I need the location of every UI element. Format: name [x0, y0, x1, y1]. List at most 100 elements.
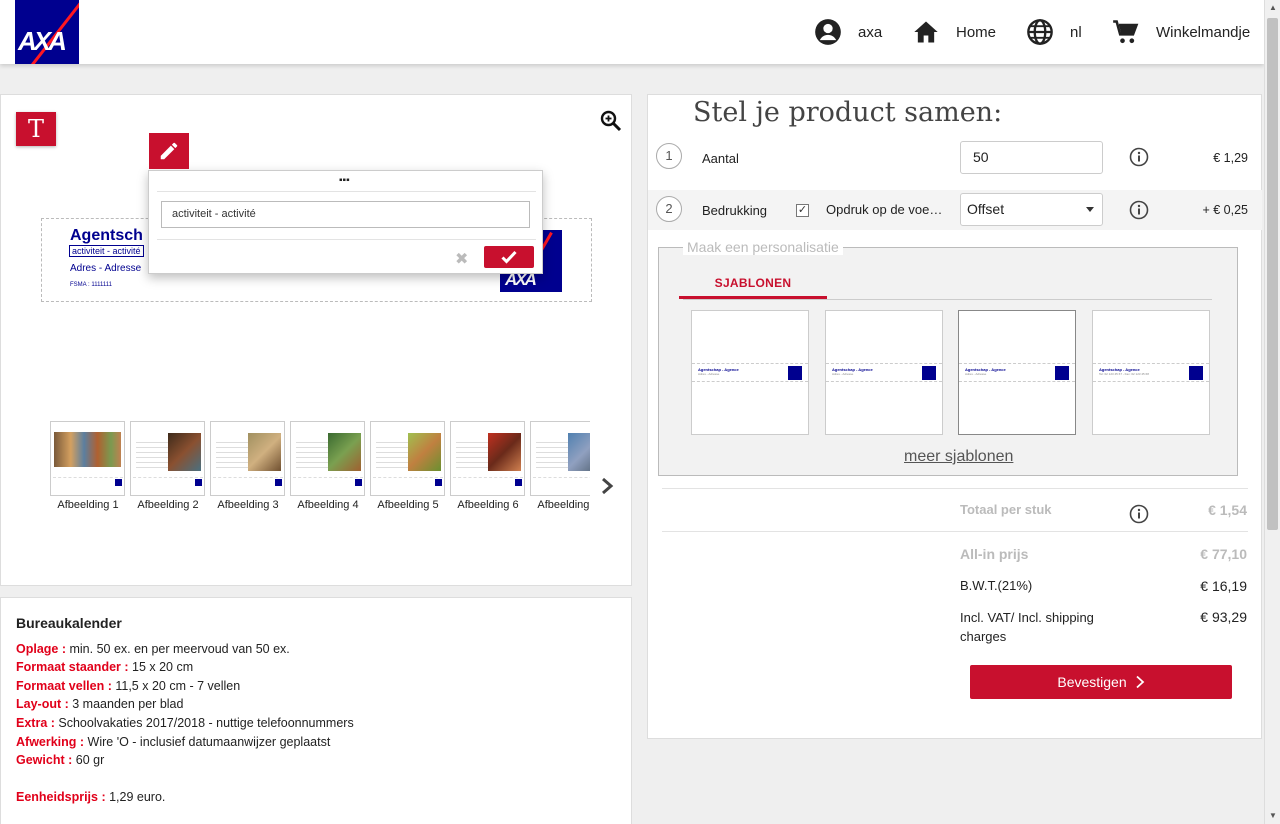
template-logo [788, 366, 802, 380]
printing-method-value: Offset [967, 201, 1005, 217]
quantity-row: 1 Aantal 50 € 1,29 [648, 139, 1262, 181]
thumbnail-footer [53, 477, 123, 487]
thumbnail-item[interactable]: Afbeelding 2 [130, 421, 206, 511]
cancel-icon[interactable]: ✖ [455, 249, 468, 269]
home-icon [914, 21, 938, 43]
text-tool-button[interactable]: T [16, 112, 56, 146]
zoom-in-icon[interactable] [599, 109, 623, 133]
text-value-input[interactable]: activiteit - activité [161, 201, 530, 228]
info-icon[interactable] [1129, 504, 1149, 524]
template-logo [922, 366, 936, 380]
calendar-grid [216, 438, 248, 468]
template-subtitle: Tel: 02 123 45 67 - Fax: 02 123 45 68 [1099, 372, 1149, 376]
calendar-grid [456, 438, 488, 468]
thumbnail-item[interactable]: Afbeelding 3 [210, 421, 286, 511]
spec-value: 11,5 x 20 cm - 7 vellen [111, 678, 241, 693]
thumbnail-image [450, 421, 525, 496]
template-card[interactable]: Agentschap - Agence Adres - Adresse [691, 310, 809, 435]
template-logo [1055, 366, 1069, 380]
thumbnail-footer [533, 477, 590, 487]
spec-line: Extra : Schoolvakaties 2017/2018 - nutti… [16, 714, 616, 733]
printing-price: + € 0,25 [1202, 203, 1248, 217]
template-preview: Agentschap - Agence Tel: 02 123 45 67 - … [1093, 363, 1209, 382]
template-card[interactable]: Agentschap - Agence Adres - Adresse [958, 310, 1076, 435]
nav-user[interactable]: axa [814, 16, 882, 48]
more-templates-link[interactable]: meer sjablonen [904, 448, 1013, 466]
spec-line: Oplage : min. 50 ex. en per meervoud van… [16, 640, 616, 659]
cart-icon [1113, 20, 1139, 44]
nav-home[interactable]: Home [912, 16, 996, 48]
scroll-thumb[interactable] [1267, 18, 1278, 530]
nav-language-label: nl [1070, 23, 1082, 41]
text-edit-popup: ▪▪▪ activiteit - activité ✖ [148, 170, 543, 274]
spec-label: Extra : [16, 715, 55, 730]
spec-label: Formaat staander : [16, 660, 129, 675]
scroll-up-arrow-icon[interactable]: ▲ [1265, 0, 1280, 16]
spec-line: Formaat staander : 15 x 20 cm [16, 658, 616, 677]
spec-label: Lay-out : [16, 697, 69, 712]
scroll-down-arrow-icon[interactable]: ▼ [1265, 808, 1280, 824]
spec-label: Gewicht : [16, 753, 73, 768]
thumbnail-image [530, 421, 590, 496]
chevron-right-icon[interactable] [600, 477, 614, 495]
page-scrollbar[interactable]: ▲ ▼ [1264, 0, 1280, 824]
template-preview: Agentschap - Agence Adres - Adresse [826, 363, 942, 382]
card-fsma[interactable]: FSMA : 1111111 [70, 282, 112, 288]
spec-value: min. 50 ex. en per meervoud van 50 ex. [66, 641, 290, 656]
thumbnail-item[interactable]: Afbeelding 1 [50, 421, 126, 511]
thumbnail-label: Afbeelding 4 [297, 499, 359, 511]
spec-label: Formaat vellen : [16, 678, 112, 693]
confirm-button[interactable]: Bevestigen [970, 665, 1232, 699]
template-preview: Agentschap - Agence Adres - Adresse [692, 363, 808, 382]
template-card[interactable]: Agentschap - Agence Adres - Adresse [825, 310, 943, 435]
popup-divider [157, 191, 536, 192]
calendar-grid [296, 438, 328, 468]
total-incl-label: Incl. VAT/ Incl. shipping charges [960, 610, 1094, 644]
personalisation-box: Maak een personalisatie SJABLONEN Agents… [658, 239, 1238, 476]
spec-value: Wire 'O - inclusief datumaanwijzer gepla… [84, 734, 331, 749]
spec-value: Schoolvakaties 2017/2018 - nuttige telef… [54, 715, 354, 730]
nav-language[interactable]: nl [1026, 16, 1082, 48]
thumbnail-image [50, 421, 125, 496]
thumbnail-item[interactable]: Afbeelding 6 [450, 421, 526, 511]
template-subtitle: Adres - Adresse [698, 372, 720, 376]
design-editor: T Agentsch activiteit - activité Adres -… [0, 94, 632, 586]
spec-value: 60 gr [72, 753, 105, 768]
thumbnail-label: Afbeelding 6 [457, 499, 519, 511]
info-icon[interactable] [1129, 147, 1149, 167]
thumbnail-item[interactable]: Afbeelding 5 [370, 421, 446, 511]
thumbnail-item[interactable]: Afbeelding 7 [530, 421, 590, 511]
caret-down-icon [1086, 207, 1094, 212]
thumbnail-photo [328, 433, 361, 471]
card-activity-text[interactable]: activiteit - activité [69, 245, 144, 257]
confirm-text-button[interactable] [484, 246, 534, 268]
card-title[interactable]: Agentsch [70, 227, 143, 245]
nav-user-label: axa [858, 23, 883, 41]
spec-value: 3 maanden per blad [68, 697, 184, 712]
card-address[interactable]: Adres - Adresse [70, 263, 141, 274]
nav-cart-label: Winkelmandje [1156, 23, 1251, 41]
tab-templates[interactable]: SJABLONEN [679, 276, 827, 299]
step-number: 1 [656, 143, 682, 169]
drag-handle[interactable]: ▪▪▪ [339, 175, 350, 186]
spec-label: Afwerking : [16, 734, 85, 749]
print-on-foot-checkbox[interactable]: ✓ [796, 204, 809, 217]
axa-logo[interactable]: AXA [15, 0, 79, 64]
template-card[interactable]: Agentschap - Agence Tel: 02 123 45 67 - … [1092, 310, 1210, 435]
printing-method-select[interactable]: Offset [960, 193, 1103, 226]
vat-value: € 16,19 [1200, 578, 1247, 594]
thumbnail-photo [168, 433, 201, 471]
unit-price-label: Eenheidsprijs : [16, 790, 106, 805]
template-preview: Agentschap - Agence Adres - Adresse [959, 363, 1075, 382]
globe-icon [1027, 19, 1053, 45]
quantity-input[interactable]: 50 [960, 141, 1103, 174]
thumbnail-photo [408, 433, 441, 471]
pencil-icon [160, 142, 178, 160]
thumbnail-item[interactable]: Afbeelding 4 [290, 421, 366, 511]
top-header: AXA axa Home nl Winkelmandje [0, 0, 1264, 64]
tab-divider [683, 299, 1212, 300]
thumbnail-photo [248, 433, 281, 471]
edit-text-button[interactable] [149, 133, 189, 169]
nav-cart[interactable]: Winkelmandje [1112, 16, 1250, 48]
info-icon[interactable] [1129, 200, 1149, 220]
